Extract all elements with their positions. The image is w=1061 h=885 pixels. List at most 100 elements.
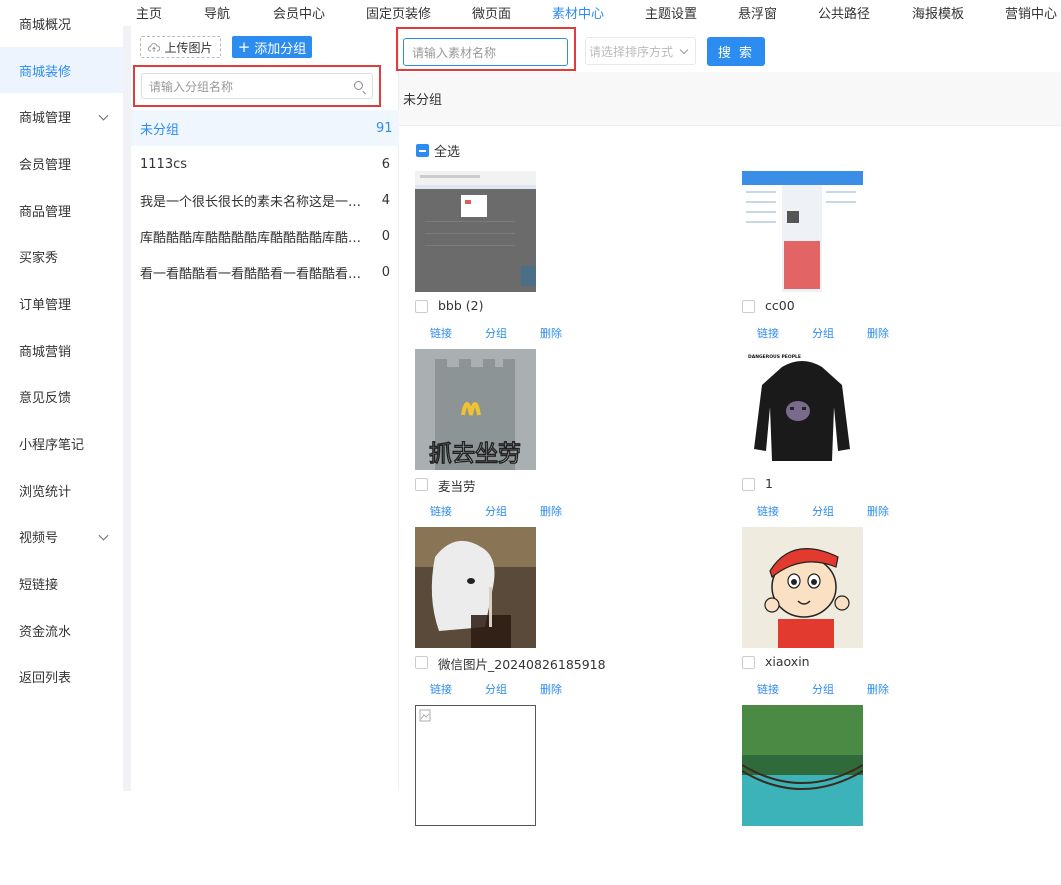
tab-fixed-page[interactable]: 固定页装修 <box>366 3 431 22</box>
asset-checkbox[interactable] <box>415 300 428 313</box>
asset-checkbox[interactable] <box>742 478 755 491</box>
asset-checkbox[interactable] <box>415 656 428 669</box>
link-action[interactable]: 链接 <box>430 503 485 519</box>
gutter <box>123 26 131 791</box>
castle-meme-image: 抓去坐劳 <box>415 349 536 470</box>
asset-search-input[interactable]: 请输入素材名称 <box>403 38 568 66</box>
sidebar-item-miniapp-notes[interactable]: 小程序笔记 <box>0 420 123 467</box>
black-hoodie-image: DANGEROUS PEOPLE <box>742 349 863 470</box>
asset-thumbnail[interactable] <box>415 527 536 648</box>
dog-drink-image <box>415 527 536 648</box>
tab-poster-template[interactable]: 海报模板 <box>912 3 964 22</box>
asset-actions: 链接 分组 删除 <box>430 503 595 519</box>
delete-action[interactable]: 删除 <box>540 503 595 519</box>
tab-home[interactable]: 主页 <box>136 3 162 22</box>
group-action[interactable]: 分组 <box>812 503 867 519</box>
broken-image-icon <box>416 706 535 825</box>
group-search-input[interactable]: 请输入分组名称 <box>141 73 373 99</box>
group-action[interactable]: 分组 <box>485 503 540 519</box>
chevron-down-icon <box>98 530 109 541</box>
asset-checkbox[interactable] <box>742 300 755 313</box>
cartoon-boy-image <box>742 527 863 648</box>
sidebar-item-short-link[interactable]: 短链接 <box>0 560 123 607</box>
search-icon[interactable] <box>354 81 363 90</box>
sidebar-item-overview[interactable]: 商城概况 <box>0 0 123 47</box>
sidebar-item-fund-flow[interactable]: 资金流水 <box>0 607 123 654</box>
asset-name: 麦当劳 <box>438 479 476 494</box>
upload-image-button[interactable]: 上传图片 <box>140 36 221 58</box>
search-button[interactable]: 搜 索 <box>707 37 765 66</box>
group-action[interactable]: 分组 <box>485 325 540 341</box>
sidebar-item-products[interactable]: 商品管理 <box>0 187 123 234</box>
asset-name: cc00 <box>765 298 795 313</box>
chevron-down-icon <box>679 45 689 55</box>
asset-name: 微信图片_20240826185918 <box>438 657 606 672</box>
asset-actions: 链接 分组 删除 <box>757 325 922 341</box>
group-item[interactable]: 我是一个很长很长的素未名称这是一个很长很长的素未名称4 <box>131 182 399 218</box>
group-item[interactable]: 1113cs 6 <box>131 146 399 182</box>
link-action[interactable]: 链接 <box>757 681 812 697</box>
tab-marketing-center[interactable]: 营销中心 <box>1005 3 1057 22</box>
group-item[interactable]: 未分组 91 <box>131 110 399 146</box>
tab-navigation[interactable]: 导航 <box>204 3 230 22</box>
group-list: 未分组91 1113cs6 我是一个很长很长的素未名称这是一个很长很长的素未名称… <box>131 110 399 290</box>
asset-card: 微信图片_20240826185918 链接 分组 删除 <box>415 527 615 707</box>
tab-asset-center[interactable]: 素材中心 <box>552 3 604 22</box>
asset-checkbox[interactable] <box>415 478 428 491</box>
chevron-down-icon <box>98 110 109 121</box>
asset-card: DANGEROUS PEOPLE 1 链接 分组 删除 <box>742 349 942 529</box>
sidebar-item-members[interactable]: 会员管理 <box>0 140 123 187</box>
asset-card <box>742 705 942 885</box>
indeterminate-checkbox-icon <box>416 144 429 157</box>
sort-select[interactable]: 请选择排序方式 <box>585 37 696 65</box>
group-action[interactable]: 分组 <box>812 325 867 341</box>
asset-search-highlight: 请输入素材名称 <box>396 27 576 71</box>
asset-thumbnail[interactable] <box>415 171 536 292</box>
group-action[interactable]: 分组 <box>812 681 867 697</box>
link-action[interactable]: 链接 <box>757 325 812 341</box>
tab-theme-settings[interactable]: 主题设置 <box>645 3 697 22</box>
sidebar-item-decoration[interactable]: 商城装修 <box>0 46 123 94</box>
asset-main: 请输入素材名称 请选择排序方式 搜 索 未分组 全选 bbb (2) 链接 分组… <box>396 26 1061 826</box>
tab-floating-window[interactable]: 悬浮窗 <box>738 3 777 22</box>
tab-public-path[interactable]: 公共路径 <box>818 3 870 22</box>
delete-action[interactable]: 删除 <box>867 503 922 519</box>
link-action[interactable]: 链接 <box>430 681 485 697</box>
asset-thumbnail[interactable]: DANGEROUS PEOPLE <box>742 349 863 470</box>
asset-checkbox[interactable] <box>742 656 755 669</box>
delete-action[interactable]: 删除 <box>540 681 595 697</box>
tab-micro-page[interactable]: 微页面 <box>472 3 511 22</box>
sidebar-item-mall-management[interactable]: 商城管理 <box>0 93 123 140</box>
plus-icon: + <box>237 37 251 56</box>
link-action[interactable]: 链接 <box>757 503 812 519</box>
sidebar-item-buyer-show[interactable]: 买家秀 <box>0 233 123 280</box>
link-action[interactable]: 链接 <box>430 325 485 341</box>
sidebar-item-marketing[interactable]: 商城营销 <box>0 327 123 374</box>
sidebar-item-orders[interactable]: 订单管理 <box>0 280 123 327</box>
asset-thumbnail[interactable] <box>742 527 863 648</box>
add-group-button[interactable]: + 添加分组 <box>232 36 312 58</box>
sidebar-item-video-channel[interactable]: 视频号 <box>0 514 123 561</box>
sidebar-item-statistics[interactable]: 浏览统计 <box>0 467 123 514</box>
delete-action[interactable]: 删除 <box>867 681 922 697</box>
asset-thumbnail[interactable] <box>742 171 863 292</box>
select-all-checkbox[interactable]: 全选 <box>416 141 460 160</box>
sidebar-item-feedback[interactable]: 意见反馈 <box>0 374 123 421</box>
asset-card: 抓去坐劳 麦当劳 链接 分组 删除 <box>415 349 615 529</box>
group-panel: 上传图片 + 添加分组 请输入分组名称 未分组 91 1113cs 6 我是一个很长… <box>131 26 399 791</box>
delete-action[interactable]: 删除 <box>867 325 922 341</box>
cloud-upload-icon <box>148 42 161 52</box>
asset-actions: 链接 分组 删除 <box>757 681 922 697</box>
meme-caption: 抓去坐劳 <box>429 441 521 467</box>
tab-member-center[interactable]: 会员中心 <box>273 3 325 22</box>
asset-thumbnail[interactable]: 抓去坐劳 <box>415 349 536 470</box>
asset-card: bbb (2) 链接 分组 删除 <box>415 171 615 351</box>
group-item[interactable]: 看一看酷酷看一看酷酷看一看酷酷看一看酷酷 0 <box>131 254 399 290</box>
sidebar-item-back-to-list[interactable]: 返回列表 <box>0 654 123 701</box>
top-nav: 主页 导航 会员中心 固定页装修 微页面 素材中心 主题设置 悬浮窗 公共路径 … <box>123 0 1061 26</box>
asset-thumbnail[interactable] <box>742 705 863 826</box>
group-item[interactable]: 库酷酷酷库酷酷酷酷库酷酷酷酷库酷酷酷酷 0 <box>131 218 399 254</box>
asset-thumbnail[interactable] <box>415 705 536 826</box>
delete-action[interactable]: 删除 <box>540 325 595 341</box>
group-action[interactable]: 分组 <box>485 681 540 697</box>
